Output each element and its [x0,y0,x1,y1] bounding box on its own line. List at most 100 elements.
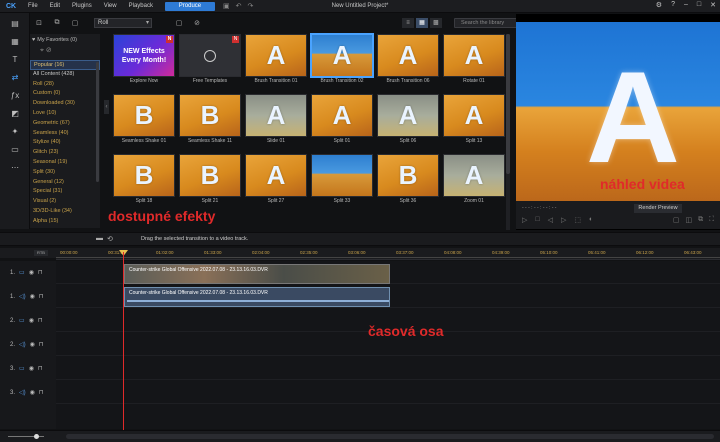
camera-icon[interactable]: ◫ [685,216,692,224]
produce-button[interactable]: Produce [164,1,215,11]
transition-thumb[interactable]: A Slide 01 [245,94,307,154]
link-icon[interactable]: ⊘ [188,19,206,27]
track-row[interactable] [56,381,720,404]
category-item[interactable]: Popular (16) [30,60,100,70]
transition-thumb[interactable]: B Split 18 [113,154,175,214]
list-view-icon[interactable]: ≡ [402,18,414,28]
transition-thumb[interactable]: NEW Effects Every Month! N Explore Now [113,34,175,94]
overlay-room-icon[interactable]: ◩ [0,106,30,121]
folder-icon[interactable]: ▢ [66,19,84,27]
new-file-icon[interactable]: ▢ [170,19,188,27]
lock-icon[interactable]: ⊓ [39,293,44,300]
lock-icon[interactable]: ⊓ [38,317,43,324]
visibility-icon[interactable]: ◉ [29,269,34,276]
menu-file[interactable]: File [22,3,44,9]
render-preview-button[interactable]: Render Preview [634,204,682,213]
category-item[interactable]: Custom (0) [30,89,100,99]
track-header[interactable]: 2. ▭ ◉ ⊓ [0,309,56,332]
visibility-icon[interactable]: ◉ [30,293,35,300]
category-item[interactable]: Geometric (67) [30,119,100,129]
transition-thumb[interactable]: B Seamless Shake 11 [179,94,241,154]
plugin-icon[interactable]: ⧉ [48,19,66,27]
transition-thumb[interactable]: Split 33 [311,154,373,214]
category-item[interactable]: Love (10) [30,109,100,119]
transition-thumb[interactable]: A Brush Transition 01 [245,34,307,94]
minimize-icon[interactable]: – [684,1,688,9]
media-room-icon[interactable]: ▤ [0,16,30,31]
category-dropdown[interactable]: Roll [94,18,152,28]
more-icon[interactable]: ⋯ [0,160,30,175]
video-clip[interactable]: Counter-strike Global Offensive 2022.07.… [124,264,390,284]
undock-icon[interactable]: ⧉ [698,216,703,224]
effect-room-icon[interactable]: ƒx [0,88,30,103]
title-room-icon[interactable]: T [0,52,30,67]
menu-view[interactable]: View [98,3,123,9]
visibility-icon[interactable]: ◉ [30,389,35,396]
snapshot-icon[interactable]: ⬚ [574,216,581,224]
settings-icon[interactable]: ⚙ [656,1,662,9]
category-item[interactable]: Visual (2) [30,197,100,207]
save-icon[interactable]: ▣ [223,2,230,10]
undo-icon[interactable]: ↶ [236,2,242,10]
track-header[interactable]: 1. ▭ ◉ ⊓ [0,261,56,284]
category-item[interactable]: Special (31) [30,187,100,197]
category-item[interactable]: Alpha (15) [30,217,100,227]
category-item[interactable]: General (12) [30,178,100,188]
menu-playback[interactable]: Playback [123,3,159,9]
transition-thumb[interactable]: B Seamless Shake 01 [113,94,175,154]
category-item[interactable]: Downloaded (30) [30,99,100,109]
visibility-icon[interactable]: ◉ [29,365,34,372]
quality-icon[interactable]: ▢ [673,216,680,224]
menu-edit[interactable]: Edit [44,3,66,9]
transition-thumb[interactable]: B Split 21 [179,154,241,214]
import-icon[interactable]: ⊡ [30,19,48,27]
track-header[interactable]: 3. ▭ ◉ ⊓ [0,357,56,380]
track-row[interactable] [56,357,720,380]
tag-icon[interactable]: ⌖ [40,47,44,54]
track-header[interactable]: 2. ◁) ◉ ⊓ [0,333,56,356]
category-item[interactable]: 3D/3D-Like (34) [30,207,100,217]
track-header[interactable]: 3. ◁) ◉ ⊓ [0,381,56,404]
timeline-ruler[interactable]: 00:00:00 00:31:00 01:02:00 01:33:00 02:04:00… [56,248,720,260]
marker-icon[interactable]: ▬ [96,235,103,243]
track-manager-button[interactable]: RTB [34,250,48,256]
category-item[interactable]: All Content (428) [30,70,100,80]
category-item[interactable]: Seasonal (19) [30,158,100,168]
trim-icon[interactable]: ⟲ [107,235,113,243]
lock-icon[interactable]: ⊓ [38,365,43,372]
transition-thumb[interactable]: A Split 06 [377,94,439,154]
play-icon[interactable]: ▷ [522,216,527,224]
category-item[interactable]: Glitch (23) [30,148,100,158]
transition-thumb[interactable]: A Split 13 [443,94,505,154]
category-item[interactable]: Split (30) [30,168,100,178]
grid-view-icon[interactable]: ▦ [416,18,428,28]
large-grid-icon[interactable]: ▩ [430,18,442,28]
category-item[interactable]: Stylize (40) [30,138,100,148]
pip-room-icon[interactable]: ▦ [0,34,30,49]
favorites-item[interactable]: ♥ My Favorites (0) [30,34,100,46]
zoom-slider-knob[interactable] [34,434,39,439]
help-icon[interactable]: ? [671,1,675,9]
timeline-scrollbar[interactable] [66,434,714,439]
transition-thumb[interactable]: A Zoom 01 [443,154,505,214]
lock-icon[interactable]: ⊓ [39,341,44,348]
visibility-icon[interactable]: ◉ [29,317,34,324]
transition-thumb[interactable]: A Brush Transition 02 [310,33,374,94]
delete-tag-icon[interactable]: ⊘ [46,47,52,54]
transition-thumb[interactable]: A Split 27 [245,154,307,214]
next-frame-icon[interactable]: ▷ [561,216,566,224]
track-header[interactable]: 1. ◁) ◉ ⊓ [0,285,56,308]
category-scrollbar[interactable] [96,62,99,182]
transition-thumb[interactable]: A Split 01 [311,94,373,154]
particle-room-icon[interactable]: ✦ [0,124,30,139]
close-icon[interactable]: ✕ [710,1,716,9]
transition-room-icon[interactable]: ⇄ [0,70,30,85]
transition-thumb[interactable]: A Brush Transition 06 [377,34,439,94]
audio-clip[interactable]: Counter-strike Global Offensive 2022.07.… [124,287,390,307]
stop-icon[interactable]: □ [535,216,539,224]
category-item[interactable]: Roll (28) [30,80,100,90]
visibility-icon[interactable]: ◉ [30,341,35,348]
collapse-panel-icon[interactable]: ‹ [104,100,109,114]
transition-thumb[interactable]: B Split 36 [377,154,439,214]
category-item[interactable]: Seamless (40) [30,129,100,139]
